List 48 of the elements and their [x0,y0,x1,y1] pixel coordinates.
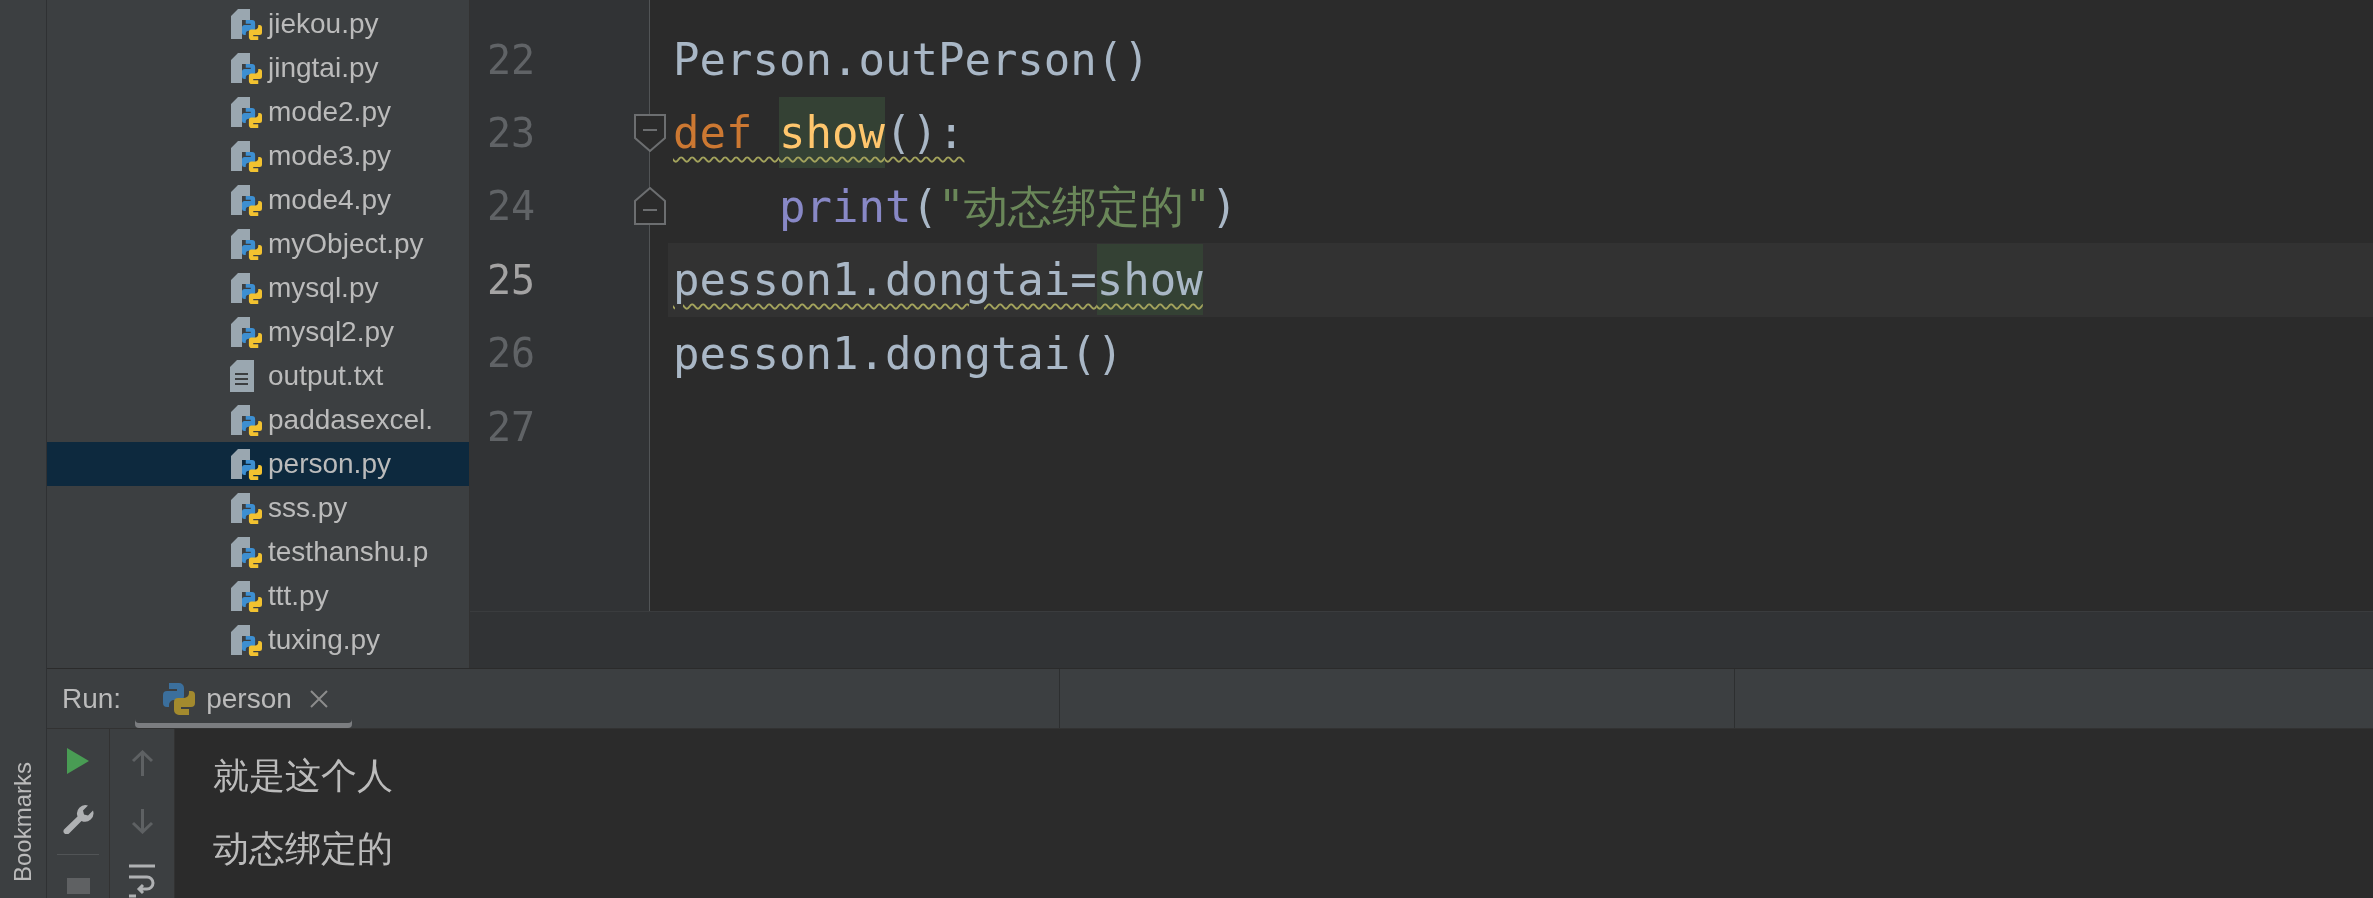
file-tree-item[interactable]: paddasexcel. [47,398,469,442]
file-tree-item[interactable]: myObject.py [47,222,469,266]
file-tree-item[interactable]: mysql.py [47,266,469,310]
python-file-icon [230,228,262,260]
file-tree-item[interactable]: jiekou.py [47,2,469,46]
console-output-line: 动态绑定的 [213,828,394,871]
console-output-line: 就是这个人 [213,755,394,798]
file-tree-item[interactable]: tuxing.py [47,618,469,662]
file-tree-item[interactable]: mode2.py [47,90,469,134]
python-logo-icon [163,682,196,715]
python-file-icon [230,8,262,40]
python-file-icon [230,580,262,612]
python-file-icon [230,404,262,436]
python-file-icon [230,624,262,656]
file-tree-item[interactable]: person.py [47,442,469,486]
code-line: print("动态绑定的") [779,179,1238,234]
python-file-icon [230,536,262,568]
python-file-icon [230,140,262,172]
python-file-icon [230,316,262,348]
file-tree-item[interactable]: sss.py [47,486,469,530]
file-tree-item[interactable]: mysql2.py [47,310,469,354]
file-tree-item[interactable]: ttt.py [47,574,469,618]
code-line: pesson1.dongtai=show [673,243,1203,317]
text-file-icon [230,360,254,392]
code-line: def show(): [673,96,965,170]
code-line: pesson1.dongtai() [673,326,1124,381]
python-file-icon [230,492,262,524]
python-file-icon [230,52,262,84]
file-tree-item[interactable]: testhanshu.p [47,530,469,574]
file-tree-item[interactable]: mode4.py [47,178,469,222]
fold-marker-icon[interactable] [634,187,666,226]
play-icon[interactable] [67,748,89,774]
close-icon[interactable] [309,689,328,708]
soft-wrap-icon[interactable] [129,864,155,898]
file-tree-item[interactable]: mode3.py [47,134,469,178]
run-tab[interactable]: person [135,669,352,728]
line-number: 25 [486,256,537,303]
file-tree-item[interactable]: jingtai.py [47,46,469,90]
bookmarks-tab[interactable]: Bookmarks [9,761,37,882]
python-file-icon [230,184,262,216]
fold-marker-icon[interactable] [634,114,666,153]
run-label: Run: [62,682,122,715]
python-file-icon [230,448,262,480]
file-tree-item[interactable]: output.txt [47,354,469,398]
python-file-icon [230,272,262,304]
wrench-icon[interactable] [62,804,94,834]
code-line: Person.outPerson() [673,33,1150,87]
python-file-icon [230,96,262,128]
